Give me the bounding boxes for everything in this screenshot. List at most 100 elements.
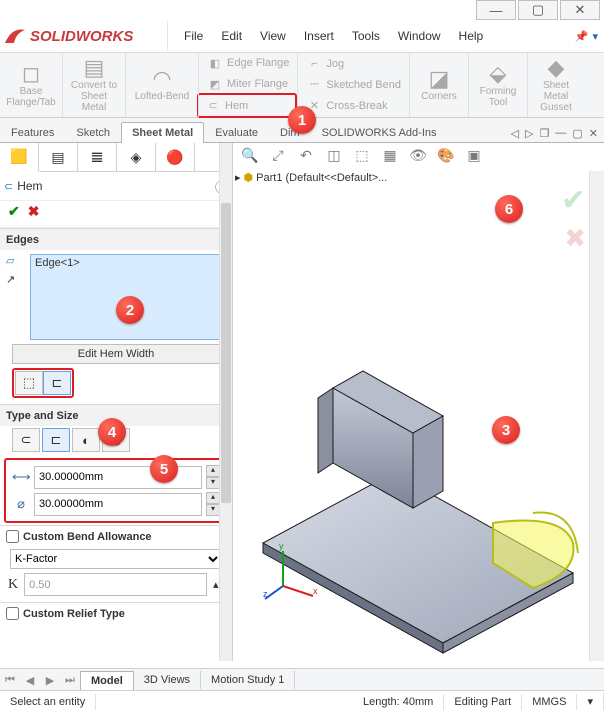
window-controls: — ▢ ✕ xyxy=(0,0,604,20)
tab-addins[interactable]: SOLIDWORKS Add-Ins xyxy=(311,122,448,143)
ribbon-lofted-bend[interactable]: ◠Lofted-Bend xyxy=(126,53,199,117)
motion-tabs: ⏮ ◀ ▶ ⏭ Model 3D Views Motion Study 1 xyxy=(0,668,604,691)
doc-restore-icon[interactable]: ❐ xyxy=(540,127,550,140)
view-triad[interactable]: x y z xyxy=(263,541,323,601)
doc-next-icon[interactable]: ▷ xyxy=(525,127,533,140)
doc-prev-icon[interactable]: ◁ xyxy=(511,127,519,140)
kfactor-input[interactable] xyxy=(24,573,207,596)
view-orient-icon[interactable]: ⬚ xyxy=(351,145,373,165)
ribbon-gusset[interactable]: ◆Sheet Metal Gusset xyxy=(528,53,584,117)
type-teardrop-button[interactable]: ◐ xyxy=(72,428,100,452)
ribbon-forming-tool[interactable]: ⬙Forming Tool xyxy=(469,53,528,117)
status-units[interactable]: MMGS xyxy=(522,694,577,710)
zoom-area-icon[interactable]: ⤢ xyxy=(267,145,289,165)
tab-prev-icon[interactable]: ◀ xyxy=(20,674,40,687)
panel-scrollbar[interactable] xyxy=(219,143,232,661)
tab-motion-study[interactable]: Motion Study 1 xyxy=(201,671,295,689)
tab-first-icon[interactable]: ⏮ xyxy=(0,674,20,687)
ribbon-edge-flange[interactable]: ◧Edge Flange xyxy=(199,53,297,74)
search-dropdown-icon[interactable]: ▾ xyxy=(592,30,598,43)
ribbon-corners[interactable]: ◪Corners xyxy=(410,53,469,117)
material-inside-button[interactable]: ⬚ xyxy=(15,371,43,395)
pm-tab-design[interactable]: ▤ xyxy=(39,143,78,171)
display-style-icon[interactable]: ▦ xyxy=(379,145,401,165)
maximize-button[interactable]: ▢ xyxy=(518,0,558,20)
ribbon-jog[interactable]: ⌐Jog xyxy=(298,53,409,74)
tab-evaluate[interactable]: Evaluate xyxy=(204,122,269,143)
menu-edit[interactable]: Edit xyxy=(213,26,250,46)
pm-tab-dim[interactable]: ◈ xyxy=(117,143,156,171)
length-icon: ⟷ xyxy=(12,469,30,485)
section-view-icon[interactable]: ◫ xyxy=(323,145,345,165)
zoom-fit-icon[interactable]: 🔍 xyxy=(239,145,261,165)
tab-last-icon[interactable]: ⏭ xyxy=(60,674,80,687)
viewport-scrollbar[interactable] xyxy=(589,171,604,661)
pin-icon[interactable]: 📌 xyxy=(575,30,589,43)
svg-text:x: x xyxy=(313,586,318,596)
cancel-button[interactable]: ✖ xyxy=(28,203,40,225)
crt-label: Custom Relief Type xyxy=(23,608,125,620)
doc-min-icon[interactable]: — xyxy=(555,127,566,140)
tab-sketch[interactable]: Sketch xyxy=(65,122,121,143)
dia-down[interactable]: ▾ xyxy=(206,504,220,516)
menu-view[interactable]: View xyxy=(252,26,294,46)
tab-3dviews[interactable]: 3D Views xyxy=(134,671,201,689)
app-logo: SOLIDWORKS xyxy=(2,21,168,51)
custom-relief-checkbox[interactable] xyxy=(6,607,19,620)
length-up[interactable]: ▴ xyxy=(206,465,220,477)
confirm-ok-icon[interactable]: ✔ xyxy=(561,183,586,218)
tab-next-icon[interactable]: ▶ xyxy=(40,674,60,687)
length-down[interactable]: ▾ xyxy=(206,477,220,489)
status-prompt: Select an entity xyxy=(0,694,96,710)
edge-select-icon[interactable]: ▱ xyxy=(6,254,26,267)
pm-tab-config[interactable]: 𝌆 xyxy=(78,143,117,171)
edges-header: Edges xyxy=(6,234,39,246)
selected-edge: Edge<1> xyxy=(35,257,80,269)
pm-tab-feature[interactable]: 🟨 xyxy=(0,143,39,172)
menu-tools[interactable]: Tools xyxy=(344,26,388,46)
status-length: Length: 40mm xyxy=(353,694,444,710)
status-bar: Select an entity Length: 40mm Editing Pa… xyxy=(0,690,604,712)
ribbon-cross-break[interactable]: ✕Cross-Break xyxy=(298,95,409,116)
property-manager: 🟨 ▤ 𝌆 ◈ 🔴 ⊂ Hem ⓘ ✔ ✖ Edges⌃ ▱ ↗ Edge<1> xyxy=(0,143,233,661)
normal-select-icon[interactable]: ↗ xyxy=(6,273,26,286)
tab-features[interactable]: Features xyxy=(0,122,65,143)
menu-file[interactable]: File xyxy=(176,26,211,46)
ribbon-convert-sheetmetal[interactable]: ▤Convert to Sheet Metal xyxy=(63,53,126,117)
prev-view-icon[interactable]: ↶ xyxy=(295,145,317,165)
dia-up[interactable]: ▴ xyxy=(206,492,220,504)
status-mode: Editing Part xyxy=(444,694,522,710)
tab-sheet-metal[interactable]: Sheet Metal xyxy=(121,122,204,143)
menu-help[interactable]: Help xyxy=(451,26,492,46)
ok-button[interactable]: ✔ xyxy=(8,203,20,225)
menu-insert[interactable]: Insert xyxy=(296,26,342,46)
edit-hem-width-button[interactable]: Edit Hem Width xyxy=(12,344,220,364)
confirm-cancel-icon[interactable]: ✖ xyxy=(564,223,586,254)
hide-show-icon[interactable]: 👁 xyxy=(407,145,429,165)
close-button[interactable]: ✕ xyxy=(560,0,600,20)
ribbon-base-flange[interactable]: ◻Base Flange/Tab xyxy=(0,53,63,117)
menu-window[interactable]: Window xyxy=(390,26,449,46)
scene-icon[interactable]: ▣ xyxy=(463,145,485,165)
type-closed-button[interactable]: ⊂ xyxy=(12,428,40,452)
pm-tab-appearance[interactable]: 🔴 xyxy=(156,143,195,171)
minimize-button[interactable]: — xyxy=(476,0,516,20)
callout-4: 4 xyxy=(98,418,126,446)
type-open-button[interactable]: ⊏ xyxy=(42,428,70,452)
heads-up-toolbar: 🔍 ⤢ ↶ ◫ ⬚ ▦ 👁 🎨 ▣ xyxy=(239,145,485,165)
tab-model[interactable]: Model xyxy=(80,671,134,690)
ribbon-miter-flange[interactable]: ◩Miter Flange xyxy=(199,74,297,95)
ribbon-sketched-bend[interactable]: ⎓Sketched Bend xyxy=(298,74,409,95)
graphics-viewport[interactable]: 🔍 ⤢ ↶ ◫ ⬚ ▦ 👁 🎨 ▣ ▸ ⬢ Part1 (Default<<De… xyxy=(233,143,604,661)
callout-5: 5 xyxy=(150,455,178,483)
doc-max-icon[interactable]: ▢ xyxy=(572,127,582,140)
diameter-input[interactable] xyxy=(34,493,202,516)
material-outside-button[interactable]: ⊏ xyxy=(43,371,71,395)
custom-bend-allowance-checkbox[interactable] xyxy=(6,530,19,543)
ribbon-hem[interactable]: ⊂Hem xyxy=(197,93,297,118)
appearance-icon[interactable]: 🎨 xyxy=(435,145,457,165)
kfactor-select[interactable]: K-Factor xyxy=(10,549,222,569)
status-menu-icon[interactable]: ▾ xyxy=(577,693,604,710)
doc-close-icon[interactable]: ✕ xyxy=(589,127,598,140)
k-label: K xyxy=(8,577,18,593)
